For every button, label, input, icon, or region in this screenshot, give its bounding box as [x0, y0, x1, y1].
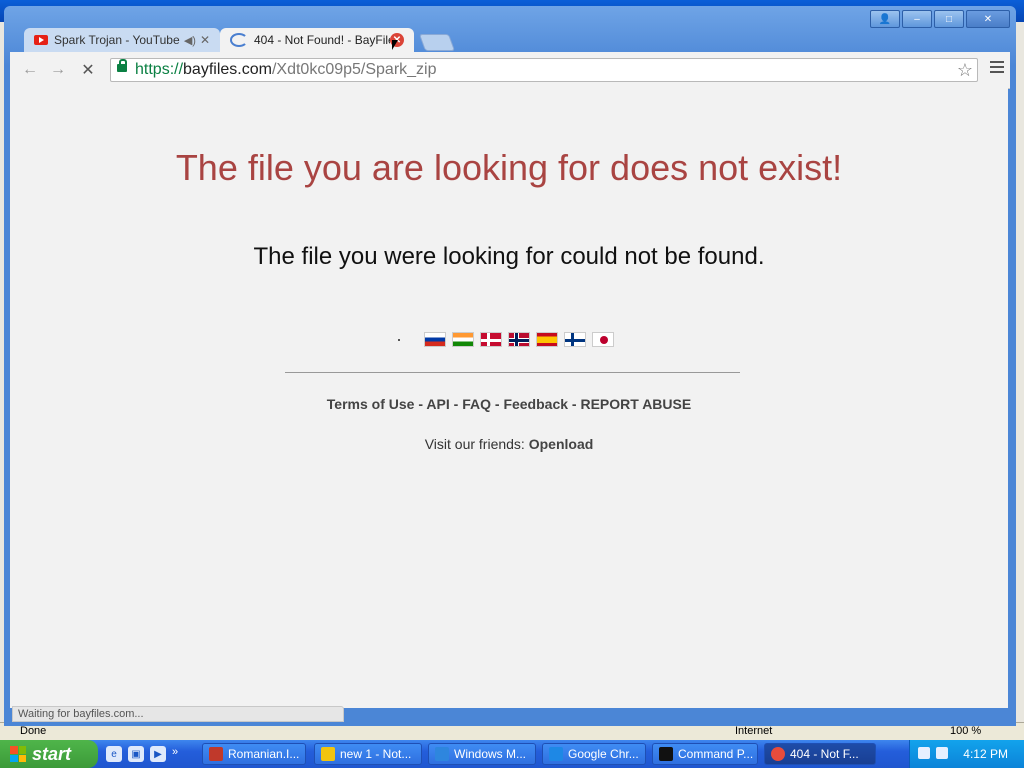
windows-logo-icon [10, 746, 26, 762]
japan-flag-icon[interactable] [592, 332, 614, 347]
ie-status-done: Done [20, 725, 47, 737]
tab-strip: Spark Trojan - YouTube ◀) ✕ 404 - Not Fo… [10, 26, 1010, 52]
youtube-icon [34, 35, 48, 45]
russia-flag-icon[interactable] [424, 332, 446, 347]
denmark-flag-icon[interactable] [480, 332, 502, 347]
app-icon [435, 747, 449, 761]
app-icon [549, 747, 563, 761]
chrome-icon [771, 747, 785, 761]
taskbar-item[interactable]: Command P... [652, 743, 758, 765]
ie-status-zoom[interactable]: 100 % [950, 725, 981, 737]
taskbar-item-label: 404 - Not F... [790, 747, 859, 761]
start-button[interactable]: start [0, 740, 98, 768]
new-tab-button[interactable] [418, 34, 456, 51]
tab-bayfiles[interactable]: 404 - Not Found! - BayFiles ✕ [220, 28, 414, 52]
page-subtitle: The file you were looking for could not … [253, 243, 765, 270]
taskbar-item[interactable]: new 1 - Not... [314, 743, 422, 765]
language-flags [398, 332, 614, 347]
ie-status-zone: Internet [735, 725, 773, 737]
url-scheme: https:// [135, 61, 184, 78]
explorer-quicklaunch-icon[interactable]: ▣ [128, 746, 144, 762]
link-separator: - [418, 396, 424, 412]
taskbar-item-label: Romanian.I... [228, 747, 300, 761]
india-flag-icon[interactable] [452, 332, 474, 347]
flag-placeholder-dot [398, 338, 400, 341]
app-icon [321, 747, 335, 761]
footer-links: Terms of Use - API - FAQ - Feedback - RE… [10, 396, 1008, 412]
loading-spinner-icon [230, 33, 248, 47]
spain-flag-icon[interactable] [536, 332, 558, 347]
quicklaunch-more-icon[interactable]: » [172, 746, 178, 762]
quick-launch: e ▣ ▶ » [106, 746, 178, 762]
taskbar-item[interactable]: Google Chr... [542, 743, 646, 765]
link-separator: - [571, 396, 577, 412]
tab-close-icon[interactable]: ✕ [200, 33, 210, 47]
app-icon [659, 747, 673, 761]
loading-status-bubble: Waiting for bayfiles.com... [12, 706, 344, 722]
system-tray: 4:12 PM [909, 740, 1024, 768]
network-tray-icon[interactable] [918, 747, 930, 759]
start-label: start [32, 743, 72, 764]
tab-youtube[interactable]: Spark Trojan - YouTube ◀) ✕ [24, 28, 220, 52]
faq-link[interactable]: FAQ [462, 396, 491, 412]
link-separator: - [494, 396, 500, 412]
report-abuse-link[interactable]: REPORT ABUSE [580, 396, 691, 412]
feedback-link[interactable]: Feedback [503, 396, 568, 412]
taskbar-item-active[interactable]: 404 - Not F... [764, 743, 876, 765]
api-link[interactable]: API [426, 396, 449, 412]
volume-tray-icon[interactable] [936, 747, 948, 759]
link-separator: - [453, 396, 459, 412]
audio-playing-icon[interactable]: ◀) [184, 34, 196, 47]
url-text[interactable]: https://bayfiles.com/Xdt0kc09p5/Spark_zi… [135, 61, 437, 79]
ie-quicklaunch-icon[interactable]: e [106, 746, 122, 762]
page-title: The file you are looking for does not ex… [175, 147, 843, 188]
mouse-cursor-icon [392, 40, 398, 50]
taskbar: start e ▣ ▶ » Romanian.I... new 1 - Not.… [0, 740, 1024, 768]
page-content: The file you are looking for does not ex… [10, 82, 1008, 708]
tab-title: 404 - Not Found! - BayFiles [254, 33, 390, 47]
terms-of-use-link[interactable]: Terms of Use [327, 396, 415, 412]
taskbar-item[interactable]: Romanian.I... [202, 743, 306, 765]
stop-loading-button[interactable]: ✕ [78, 61, 98, 79]
url-path: /Xdt0kc09p5/Spark_zip [271, 61, 437, 78]
url-host: bayfiles.com [183, 61, 272, 78]
address-bar[interactable]: https://bayfiles.com/Xdt0kc09p5/Spark_zi… [110, 58, 978, 82]
taskbar-item-label: new 1 - Not... [340, 747, 412, 761]
taskbar-item-label: Windows M... [454, 747, 527, 761]
taskbar-item-label: Command P... [678, 747, 754, 761]
bookmark-star-icon[interactable]: ☆ [957, 60, 973, 81]
taskbar-item-label: Google Chr... [568, 747, 639, 761]
back-button[interactable]: ← [20, 61, 40, 79]
media-player-quicklaunch-icon[interactable]: ▶ [150, 746, 166, 762]
app-icon [209, 747, 223, 761]
taskbar-item[interactable]: Windows M... [428, 743, 536, 765]
chrome-window: 👤 – □ ✕ Spark Trojan - YouTube ◀) ✕ 404 … [4, 6, 1016, 726]
chrome-menu-icon[interactable] [990, 61, 1004, 76]
forward-button[interactable]: → [48, 61, 68, 79]
friends-label: Visit our friends: [424, 436, 525, 452]
clock[interactable]: 4:12 PM [963, 747, 1008, 761]
footer-divider [285, 372, 740, 373]
finland-flag-icon[interactable] [564, 332, 586, 347]
norway-flag-icon[interactable] [508, 332, 530, 347]
friends-line: Visit our friends: Openload [10, 436, 1008, 452]
secure-lock-icon[interactable] [117, 59, 127, 72]
tab-title: Spark Trojan - YouTube [54, 33, 180, 47]
openload-link[interactable]: Openload [529, 436, 594, 452]
